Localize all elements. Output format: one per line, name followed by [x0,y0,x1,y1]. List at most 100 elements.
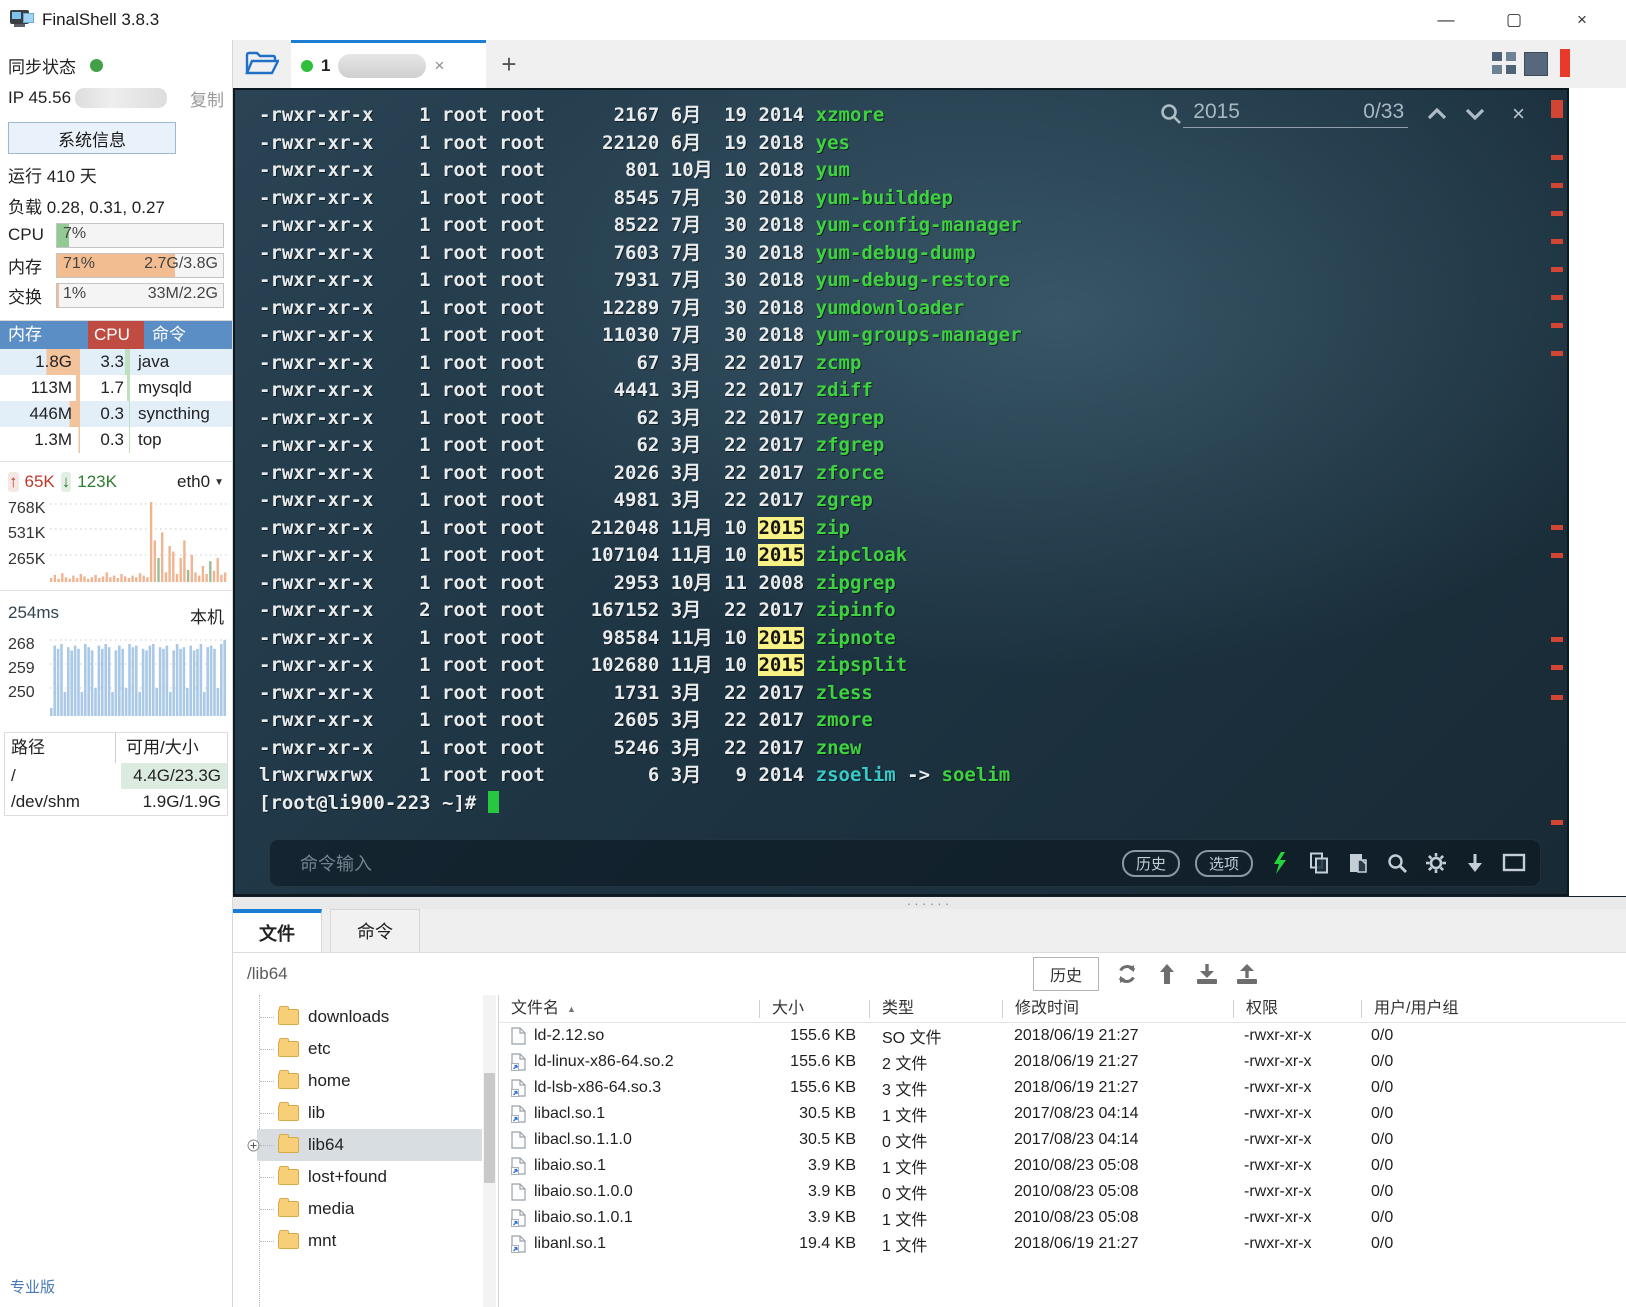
tab-commands[interactable]: 命令 [330,909,420,952]
process-row[interactable]: 446M0.3syncthing [0,401,232,427]
col-type[interactable]: 类型 [869,1000,1002,1018]
terminal-line: -rwxr-xr-x 1 root root 2953 10月 11 2008 … [259,570,1022,598]
col-perms[interactable]: 权限 [1233,1000,1361,1018]
process-col-cpu[interactable]: CPU [88,321,144,349]
tree-item-label: lib64 [308,1135,344,1155]
file-row[interactable]: libanl.so.119.4 KB1 文件2018/06/19 21:27-r… [499,1231,1626,1257]
search-result-marker [1551,525,1563,530]
process-command: mysqld [130,375,232,401]
find-icon[interactable] [1385,851,1409,875]
interface-selector[interactable]: eth0 ▼ [177,472,224,492]
col-size[interactable]: 大小 [759,1000,869,1018]
file-row-perms: -rwxr-xr-x [1232,1053,1359,1071]
paste-icon[interactable] [1346,851,1370,875]
tree-scrollbar[interactable] [483,995,496,1307]
fullscreen-icon[interactable] [1502,851,1526,875]
tree-item-lib[interactable]: lib [233,1097,482,1129]
system-info-button[interactable]: 系统信息 [8,122,176,154]
tree-item-etc[interactable]: etc [233,1033,482,1065]
file-row[interactable]: libaio.so.13.9 KB1 文件2010/08/23 05:08-rw… [499,1153,1626,1179]
disk-row[interactable]: /4.4G/23.3G [5,763,227,789]
file-name: yum-config-manager [816,214,1022,236]
history-button[interactable]: 历史 [1122,850,1180,877]
file-row[interactable]: libacl.so.130.5 KB1 文件2017/08/23 04:14-r… [499,1101,1626,1127]
tree-item-downloads[interactable]: downloads [233,1001,482,1033]
search-input[interactable]: 2015 [1193,100,1363,124]
file-row[interactable]: ld-linux-x86-64.so.2155.6 KB2 文件2018/06/… [499,1049,1626,1075]
terminal-scrollbar[interactable] [1549,88,1563,896]
mem-percent: 71% [63,255,95,273]
col-filename[interactable]: 文件名 ▲ [499,1000,759,1018]
search-prev-icon[interactable] [1426,106,1448,122]
network-header: ↑ 65K ↓ 123K eth0 ▼ [0,461,232,494]
process-row[interactable]: 1.3M0.3top [0,427,232,453]
search-result-marker [1551,183,1563,188]
process-row[interactable]: 113M1.7mysqld [0,375,232,401]
quick-command-icon[interactable] [1268,851,1292,875]
grid-layout-icon[interactable] [1492,52,1516,74]
file-icon [511,1131,526,1149]
disk-col-size[interactable]: 可用/大小 [116,733,227,763]
disk-row[interactable]: /dev/shm1.9G/1.9G [5,789,227,815]
search-close-icon[interactable]: × [1512,101,1525,127]
tree-expander-icon[interactable] [247,1139,260,1152]
search-next-icon[interactable] [1464,106,1486,122]
panel-splitter[interactable]: ······ [233,896,1626,909]
col-mtime[interactable]: 修改时间 [1002,1000,1233,1018]
command-input[interactable]: 命令输入 [300,850,372,876]
cpu-meter: 7% [56,223,224,248]
upload-icon[interactable] [1235,962,1259,986]
tree-item-lib64[interactable]: lib64 [233,1129,482,1161]
minimize-button[interactable]: — [1426,10,1466,30]
file-icon [511,1027,526,1045]
tree-scrollbar-thumb[interactable] [484,1073,495,1183]
process-row[interactable]: 1.8G3.3java [0,349,232,375]
single-layout-icon[interactable] [1524,52,1548,76]
process-mem: 113M [0,375,80,401]
process-cpu: 0.3 [80,401,130,427]
close-button[interactable]: × [1562,10,1602,30]
terminal-line: -rwxr-xr-x 1 root root 62 3月 22 2017 zfg… [259,432,1022,460]
file-name: zipinfo [816,599,896,621]
file-row[interactable]: ld-2.12.so155.6 KBSO 文件2018/06/19 21:27-… [499,1023,1626,1049]
tree-item-home[interactable]: home [233,1065,482,1097]
file-row[interactable]: libaio.so.1.0.03.9 KB0 文件2010/08/23 05:0… [499,1179,1626,1205]
tree-item-media[interactable]: media [233,1193,482,1225]
cpu-percent: 7% [63,225,86,243]
folder-icon [278,1169,299,1185]
process-col-cmd[interactable]: 命令 [144,321,232,349]
file-row[interactable]: ld-lsb-x86-64.so.3155.6 KB3 文件2018/06/19… [499,1075,1626,1101]
process-col-mem[interactable]: 内存 [0,321,88,349]
download-icon[interactable] [1195,962,1219,986]
parent-directory-icon[interactable] [1155,962,1179,986]
file-history-button[interactable]: 历史 [1033,957,1099,991]
copy-ip-link[interactable]: 复制 [190,86,224,111]
col-owner[interactable]: 用户/用户组 [1361,1000,1626,1018]
refresh-icon[interactable] [1115,962,1139,986]
scroll-bottom-icon[interactable] [1463,851,1487,875]
file-row-name: libanl.so.1 [534,1235,606,1253]
folder-icon [278,1073,299,1089]
connection-manager-button[interactable] [233,40,291,88]
session-tab-close-icon[interactable]: × [434,56,444,76]
copy-icon[interactable] [1307,851,1331,875]
session-tab[interactable]: 1 × [291,40,486,88]
file-row[interactable]: libacl.so.1.1.030.5 KB0 文件2017/08/23 04:… [499,1127,1626,1153]
tree-item-mnt[interactable]: mnt [233,1225,482,1257]
options-button[interactable]: 选项 [1195,850,1253,877]
settings-gear-icon[interactable] [1424,851,1448,875]
tree-item-lost+found[interactable]: lost+found [233,1161,482,1193]
app-logo-icon [10,10,34,30]
upload-arrow-icon: ↑ [8,472,19,492]
disk-size: 4.4G/23.3G [121,763,227,789]
file-name: zip [816,517,850,539]
file-row[interactable]: libaio.so.1.0.13.9 KB1 文件2010/08/23 05:0… [499,1205,1626,1231]
new-session-button[interactable]: + [486,40,532,88]
terminal[interactable]: -rwxr-xr-x 1 root root 2167 6月 19 2014 x… [233,88,1569,896]
maximize-button[interactable]: ▢ [1494,10,1534,30]
disk-col-path[interactable]: 路径 [5,733,116,763]
current-path[interactable]: /lib64 [247,964,288,984]
file-name: zegrep [816,407,885,429]
tab-files[interactable]: 文件 [233,909,322,952]
file-row-perms: -rwxr-xr-x [1232,1131,1359,1149]
